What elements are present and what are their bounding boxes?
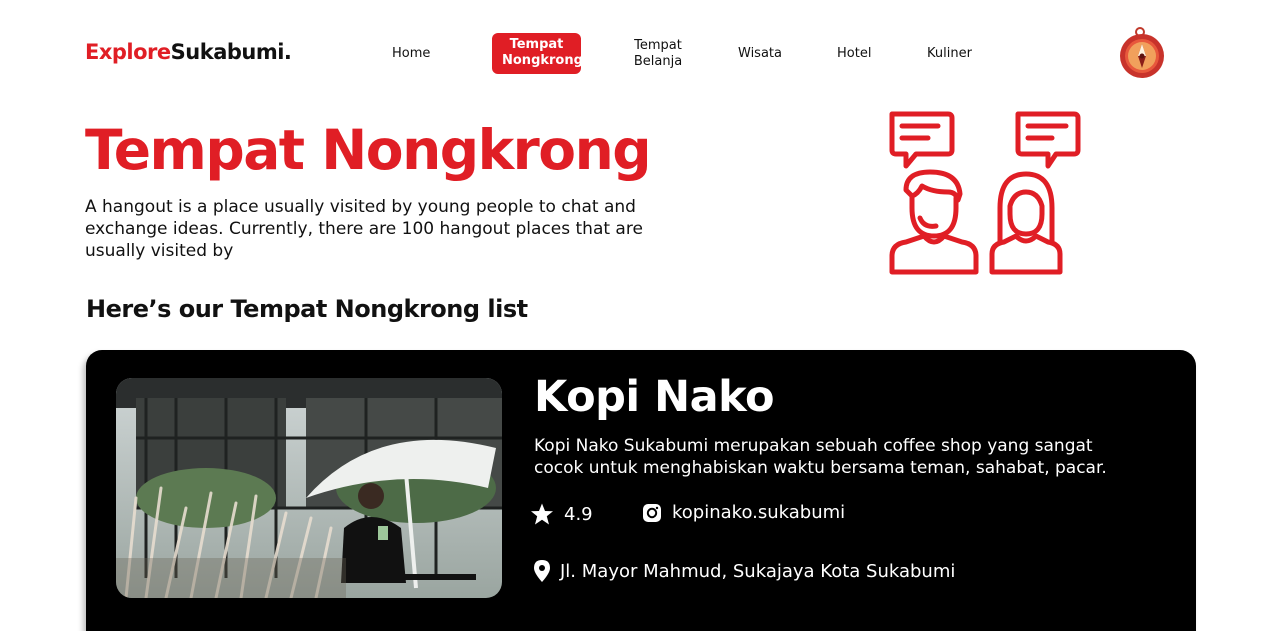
nav-tempat-belanja-line2: Belanja xyxy=(633,54,683,69)
place-photo xyxy=(116,378,502,598)
brand-logo[interactable]: ExploreSukabumi. xyxy=(85,40,292,64)
place-description: Kopi Nako Sukabumi merupakan sebuah coff… xyxy=(534,436,1107,478)
nav-wisata[interactable]: Wisata xyxy=(738,46,782,62)
location-pin-icon xyxy=(534,560,550,582)
nav-home[interactable]: Home xyxy=(392,46,430,62)
instagram-icon xyxy=(643,503,661,522)
brand-logo-part1: Explore xyxy=(85,40,171,64)
nav-tempat-nongkrong[interactable]: Tempat Nongkrong xyxy=(492,33,583,74)
place-rating: 4.9 xyxy=(530,502,593,526)
page-description: A hangout is a place usually visited by … xyxy=(85,197,643,261)
brand-logo-part2: Sukabumi. xyxy=(170,40,292,64)
place-instagram[interactable]: kopinako.sukabumi xyxy=(642,502,845,523)
nav-tempat-belanja[interactable]: Tempat Belanja xyxy=(632,38,684,70)
nav-hotel[interactable]: Hotel xyxy=(837,46,871,62)
place-name: Kopi Nako xyxy=(534,372,775,422)
nav-tempat-nongkrong-line2: Nongkrong xyxy=(502,53,583,68)
nav-kuliner[interactable]: Kuliner xyxy=(927,46,972,62)
place-address-text: Jl. Mayor Mahmud, Sukajaya Kota Sukabumi xyxy=(560,560,956,582)
nav-tempat-nongkrong-line1: Tempat xyxy=(509,37,564,52)
place-instagram-handle: kopinako.sukabumi xyxy=(672,502,846,523)
place-rating-value: 4.9 xyxy=(564,503,593,525)
nav-tempat-belanja-line1: Tempat xyxy=(634,38,682,53)
star-icon xyxy=(531,503,553,525)
page-title: Tempat Nongkrong xyxy=(85,118,652,182)
place-card[interactable]: Kopi Nako Kopi Nako Sukabumi merupakan s… xyxy=(86,350,1196,631)
list-heading: Here’s our Tempat Nongkrong list xyxy=(86,295,528,323)
compass-icon[interactable] xyxy=(1116,24,1168,78)
place-address: Jl. Mayor Mahmud, Sukajaya Kota Sukabumi xyxy=(534,560,955,582)
people-chatting-icon xyxy=(889,111,1081,275)
